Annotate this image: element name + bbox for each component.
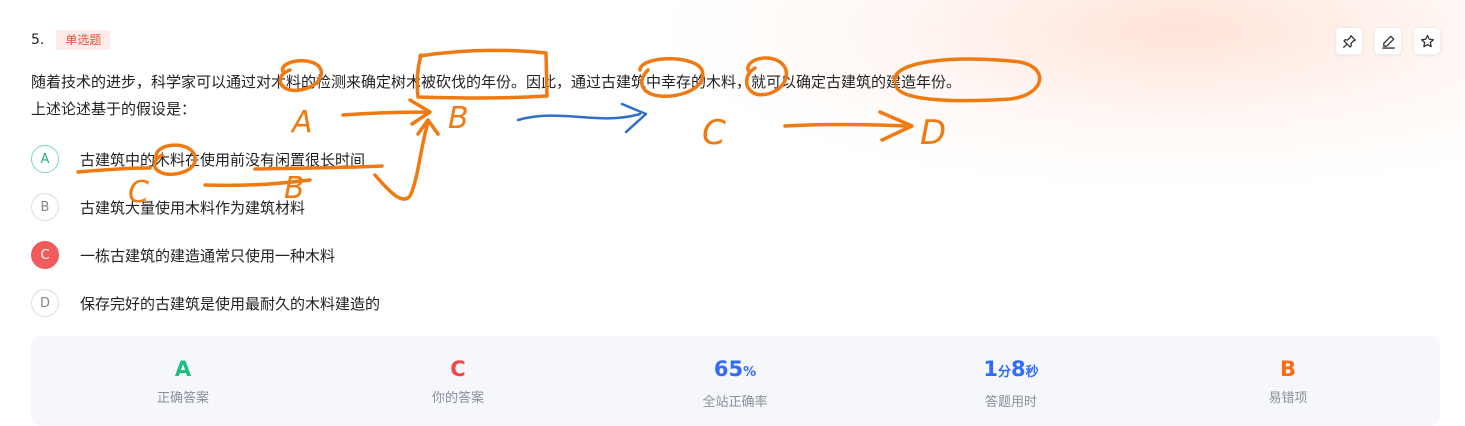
pin-button[interactable] — [1335, 27, 1363, 55]
accuracy-unit: % — [743, 365, 757, 380]
correct-answer-label: 正确答案 — [156, 391, 209, 406]
question-header: 5. 单选题 — [31, 30, 111, 50]
pin-icon — [1342, 34, 1356, 48]
option-b-text: 古建筑大量使用木料作为建筑材料 — [80, 198, 306, 217]
favorite-button[interactable] — [1413, 27, 1441, 55]
time-seconds: 8 — [1011, 357, 1026, 381]
question-stem-line2: 上述论述基于的假设是： — [31, 100, 197, 118]
time-value-wrap: 1分8秒 — [911, 356, 1111, 386]
option-d[interactable]: D 保存完好的古建筑是使用最耐久的木料建造的 — [31, 287, 380, 319]
option-d-text: 保存完好的古建筑是使用最耐久的木料建造的 — [80, 294, 381, 313]
option-b[interactable]: B 古建筑大量使用木料作为建筑材料 — [31, 191, 380, 223]
edit-icon — [1381, 35, 1395, 49]
your-answer-label: 你的答案 — [431, 391, 484, 406]
answer-stats-panel: A 正确答案 C 你的答案 65% 全站正确率 1分8秒 答题用时 B 易错项 — [31, 336, 1440, 426]
question-card: 5. 单选题 随着技术的进步，科学家可以通过对木料的检测来确定树木被砍伐的年份。… — [0, 0, 1465, 426]
question-number: 5. — [31, 32, 45, 48]
stat-common-wrong: B 易错项 — [1188, 356, 1388, 406]
option-d-letter: D — [31, 289, 59, 317]
accuracy-value: 65 — [713, 357, 744, 381]
annotation-hook-arrow — [373, 118, 440, 201]
edit-button[interactable] — [1374, 27, 1402, 55]
option-c[interactable]: C 一栋古建筑的建造通常只使用一种木料 — [31, 239, 380, 271]
option-a-text: 古建筑中的木料在使用前没有闲置很长时间 — [80, 150, 366, 169]
question-toolbar — [1335, 27, 1441, 55]
options-list: A 古建筑中的木料在使用前没有闲置很长时间 B 古建筑大量使用木料作为建筑材料 … — [31, 143, 380, 335]
option-a-letter: A — [31, 145, 59, 173]
option-b-letter: B — [31, 193, 59, 221]
star-icon — [1420, 34, 1434, 47]
your-answer-value: C — [450, 357, 466, 381]
option-a[interactable]: A 古建筑中的木料在使用前没有闲置很长时间 — [31, 143, 380, 175]
option-c-text: 一栋古建筑的建造通常只使用一种木料 — [80, 246, 336, 265]
time-minutes: 1 — [983, 357, 998, 381]
stat-correct-answer: A 正确答案 — [83, 356, 283, 406]
question-type-badge: 单选题 — [56, 30, 111, 50]
accuracy-label: 全站正确率 — [702, 395, 768, 410]
stat-accuracy: 65% 全站正确率 — [635, 356, 835, 410]
question-stem-line1: 随着技术的进步，科学家可以通过对木料的检测来确定树木被砍伐的年份。因此，通过古建… — [31, 73, 962, 91]
stat-time: 1分8秒 答题用时 — [911, 356, 1111, 410]
time-sec-unit: 秒 — [1025, 365, 1039, 380]
time-label: 答题用时 — [984, 395, 1037, 410]
question-stem: 随着技术的进步，科学家可以通过对木料的检测来确定树木被砍伐的年份。因此，通过古建… — [31, 69, 961, 123]
common-wrong-value: B — [1279, 357, 1296, 381]
accuracy-value-wrap: 65% — [635, 356, 835, 386]
stat-your-answer: C 你的答案 — [358, 356, 558, 406]
correct-answer-value: A — [174, 357, 192, 381]
option-c-letter: C — [31, 241, 59, 269]
time-min-unit: 分 — [997, 365, 1011, 380]
common-wrong-label: 易错项 — [1268, 391, 1308, 406]
